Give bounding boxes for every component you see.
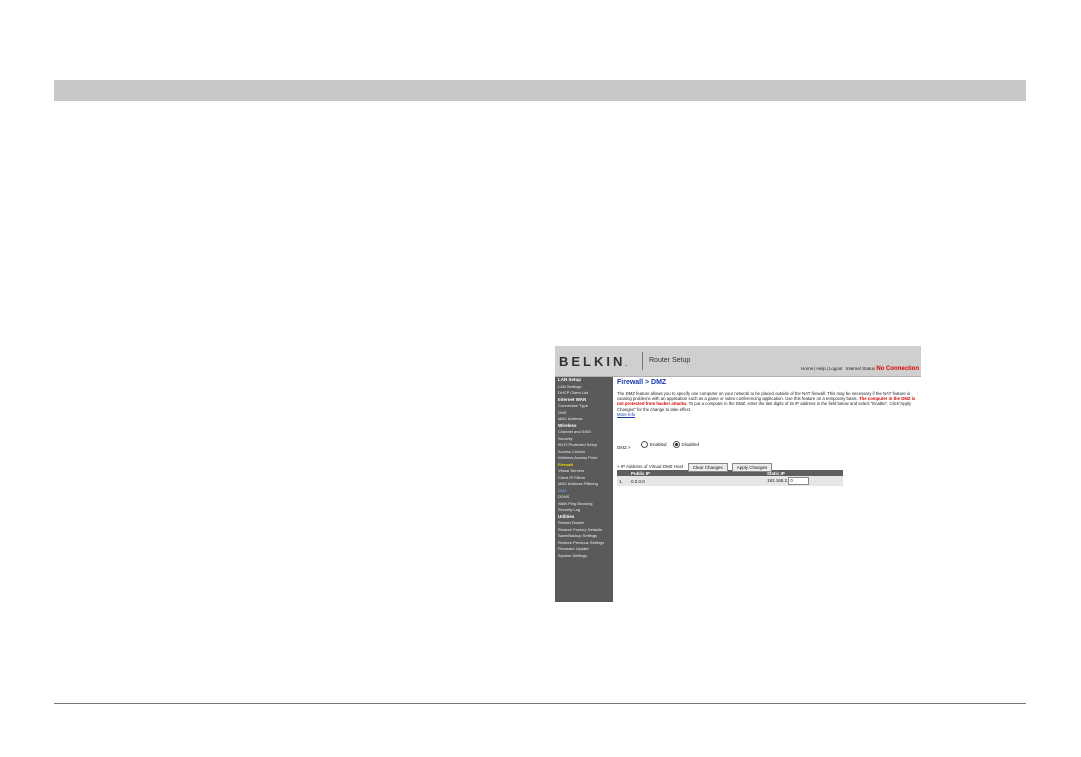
main-content: Firewall > DMZ The DMZ feature allows yo… bbox=[617, 379, 917, 486]
router-header: BELKIN. Router Setup Home|Help|Logout In… bbox=[555, 346, 921, 377]
internet-status-value: No Connection bbox=[876, 366, 919, 372]
sidebar-list: LAN Setup LAN Settings DHCP Client List Int… bbox=[555, 377, 613, 559]
dmz-description: The DMZ feature allows you to specify on… bbox=[617, 391, 916, 417]
help-link[interactable]: Help bbox=[816, 366, 825, 371]
router-setup-title: Router Setup bbox=[649, 357, 691, 364]
home-link[interactable]: Home bbox=[801, 366, 813, 371]
top-links: Home|Help|Logout Internet Status No Conn… bbox=[801, 366, 919, 372]
dmz-disabled-radio[interactable] bbox=[672, 441, 680, 448]
belkin-logo: BELKIN. bbox=[559, 354, 628, 369]
page-header-bar bbox=[54, 80, 1026, 101]
static-ip-cell: 192.168.2. 0 bbox=[765, 476, 843, 486]
dmz-host-table: Public IP Static IP 1. 0.0.0.0 192.168.2… bbox=[617, 470, 843, 486]
clear-changes-button[interactable]: Clear Changes bbox=[687, 463, 728, 472]
static-ip-input[interactable]: 0 bbox=[788, 477, 810, 485]
logout-link[interactable]: Logout bbox=[829, 366, 843, 371]
internet-status-label: Internet Status bbox=[845, 366, 876, 371]
more-info-link[interactable]: More Info bbox=[617, 412, 635, 417]
apply-changes-button[interactable]: Apply Changes bbox=[731, 463, 773, 472]
router-setup-screenshot: BELKIN. Router Setup Home|Help|Logout In… bbox=[555, 346, 921, 602]
row-index: 1. bbox=[617, 476, 629, 486]
sidebar-item-system-settings[interactable]: System Settings bbox=[555, 553, 613, 560]
static-ip-prefix: 192.168.2. bbox=[767, 478, 789, 484]
public-ip-value: 0.0.0.0 bbox=[629, 476, 765, 486]
dmz-enabled-label: Enabled bbox=[650, 442, 667, 447]
logo-divider bbox=[642, 352, 643, 370]
page-footer-rule bbox=[54, 703, 1026, 704]
dmz-radio-group: Enabled Disabled bbox=[641, 441, 703, 448]
sidebar: LAN Setup LAN Settings DHCP Client List Int… bbox=[555, 377, 613, 602]
page-title: Firewall > DMZ bbox=[617, 379, 667, 386]
dmz-enabled-radio[interactable] bbox=[641, 441, 648, 448]
dmz-label: DMZ > bbox=[617, 445, 631, 450]
action-buttons: Clear Changes Apply Changes bbox=[617, 463, 843, 472]
table-row: 1. 0.0.0.0 192.168.2. 0 bbox=[617, 476, 843, 486]
dmz-disabled-label: Disabled bbox=[681, 442, 700, 447]
